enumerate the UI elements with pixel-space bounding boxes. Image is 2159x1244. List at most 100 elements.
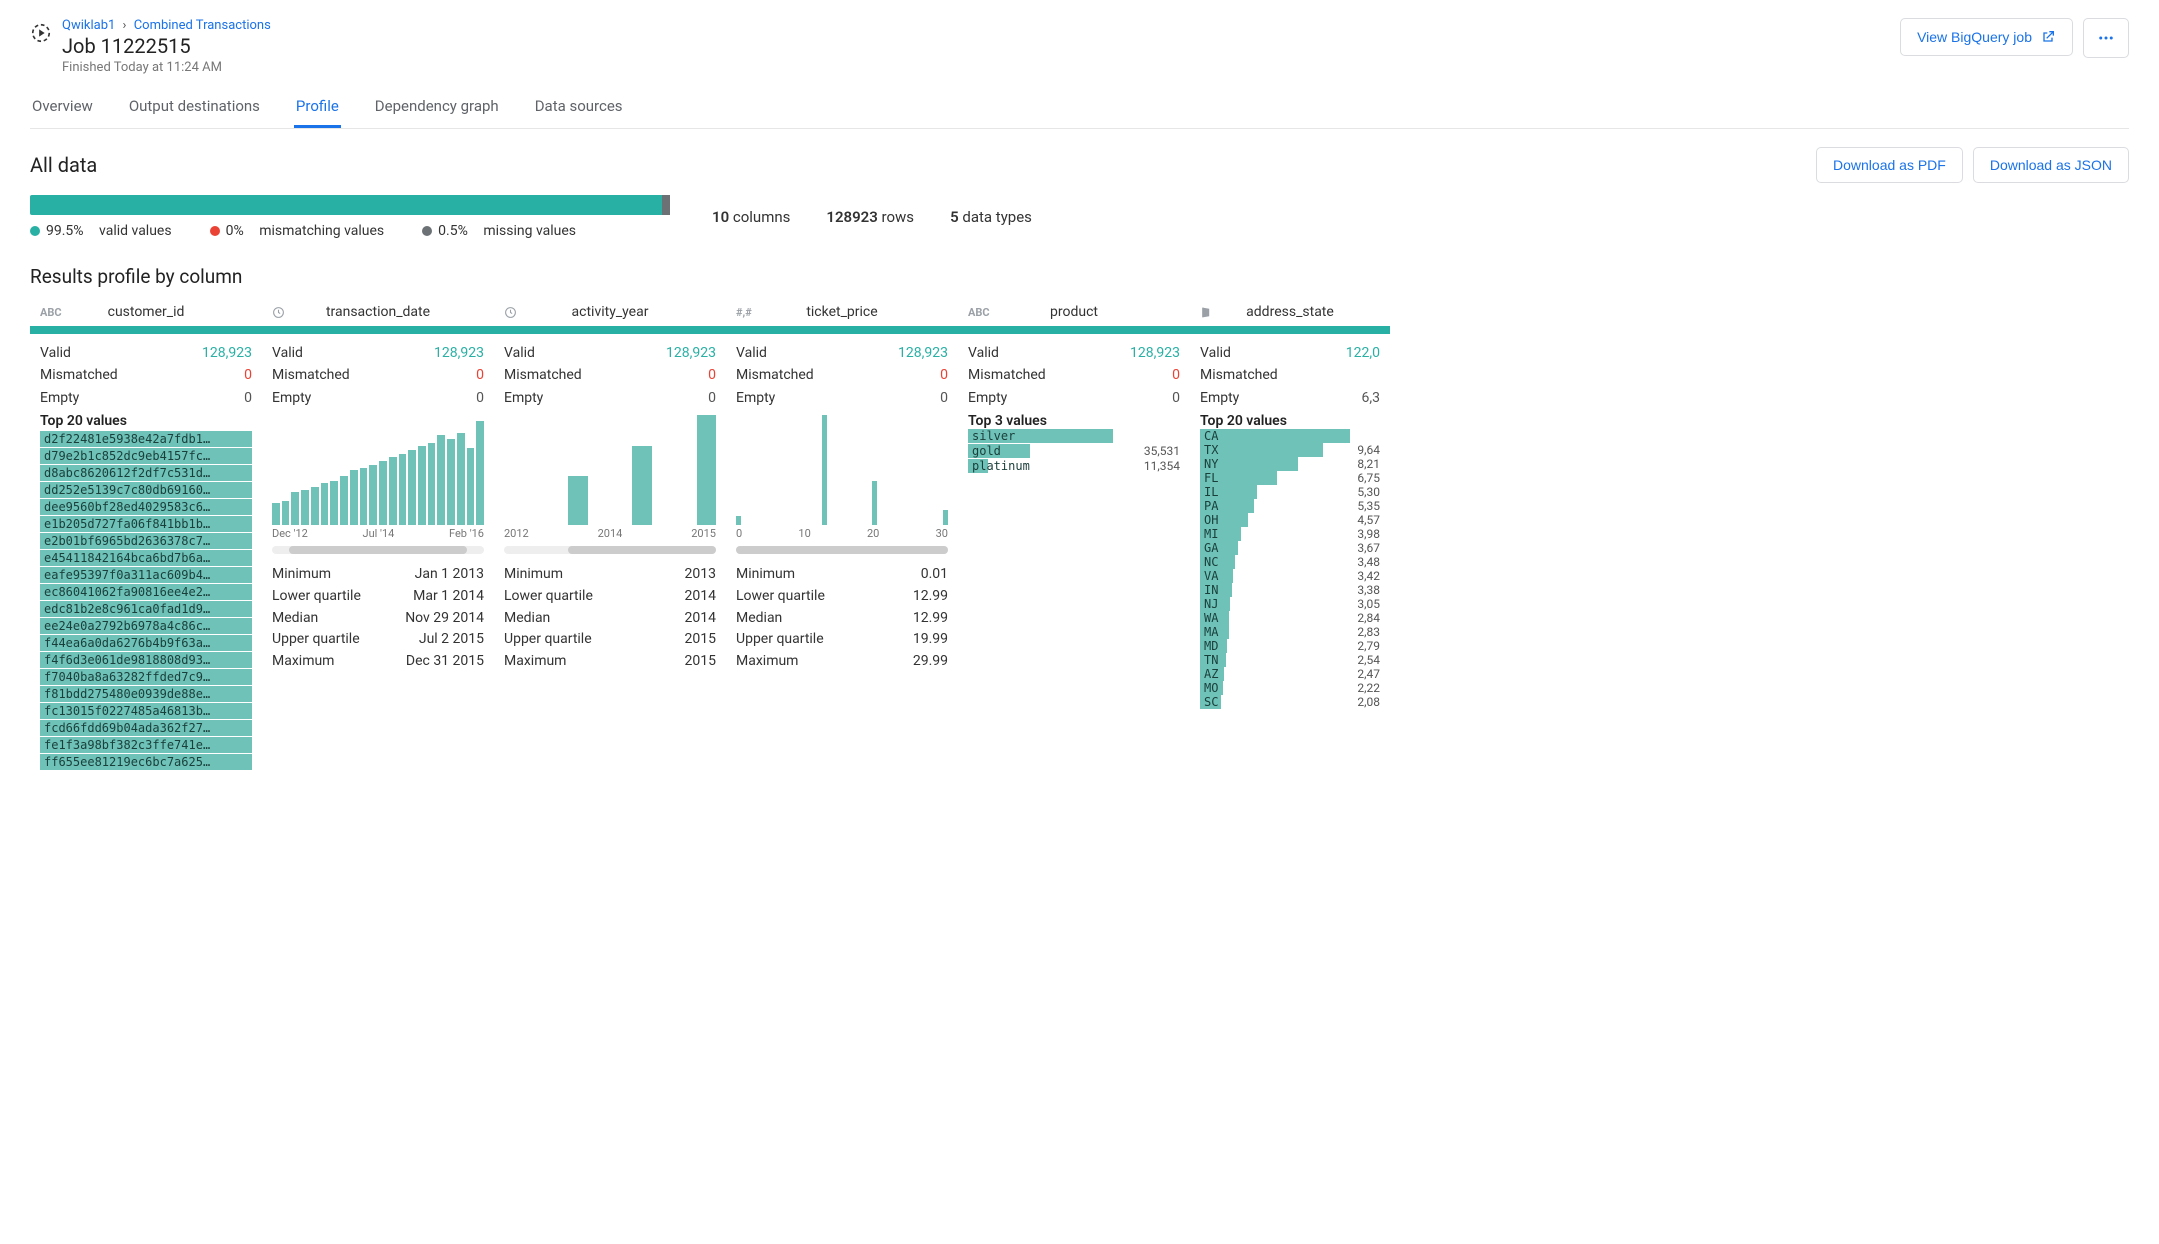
value-bar-row[interactable]: OH4,57	[1200, 513, 1380, 527]
histogram-bar	[822, 415, 827, 525]
quality-legend: 99.5% valid values 0% mismatching values…	[30, 223, 670, 239]
results-profile-title: Results profile by column	[30, 265, 2129, 288]
hash-value[interactable]: f4f6d3e061de9818808d93…	[40, 652, 252, 668]
hash-value[interactable]: e1b205d727fa06f841bb1b…	[40, 516, 252, 532]
hash-value[interactable]: f81bdd275480e0939de88e…	[40, 686, 252, 702]
legend-mismatch: 0% mismatching values	[210, 223, 385, 239]
type-datetime-icon	[504, 306, 517, 319]
histogram-bar	[360, 468, 368, 525]
histogram-bar	[447, 439, 455, 525]
hash-value[interactable]: fc13015f0227485a46813b…	[40, 703, 252, 719]
dot-icon	[422, 226, 432, 236]
view-bigquery-job-button[interactable]: View BigQuery job	[1900, 18, 2073, 56]
breadcrumb: Qwiklab1 › Combined Transactions	[62, 18, 271, 33]
value-bar-row[interactable]: CA	[1200, 429, 1380, 443]
product-bars: silvergold35,531platinum11,354	[968, 429, 1180, 473]
tab-overview[interactable]: Overview	[30, 89, 95, 128]
hash-value[interactable]: e2b01bf6965bd2636378c7…	[40, 533, 252, 549]
value-bar-row[interactable]: FL6,75	[1200, 471, 1380, 485]
column-quality-bar	[494, 326, 726, 334]
hash-value[interactable]: d8abc8620612f2df7c531d…	[40, 465, 252, 481]
top-values-title: Top 20 values	[1200, 413, 1380, 429]
value-bar-row[interactable]: WA2,84	[1200, 611, 1380, 625]
histogram-bar	[399, 454, 407, 526]
tab-data-sources[interactable]: Data sources	[533, 89, 625, 128]
value-bar-row[interactable]: IN3,38	[1200, 583, 1380, 597]
more-actions-button[interactable]	[2083, 18, 2129, 58]
column-header[interactable]: ABC customer_id	[30, 298, 262, 326]
value-bar-row[interactable]: SC2,08	[1200, 695, 1380, 709]
value-bar-row[interactable]: MA2,83	[1200, 625, 1380, 639]
hash-value[interactable]: edc81b2e8c961ca0fad1d9…	[40, 601, 252, 617]
view-bigquery-label: View BigQuery job	[1917, 29, 2032, 45]
range-brush[interactable]	[736, 546, 948, 554]
value-bar-row[interactable]: MI3,98	[1200, 527, 1380, 541]
column-header[interactable]: ABC product	[958, 298, 1190, 326]
value-bar-row[interactable]: NC3,48	[1200, 555, 1380, 569]
value-bar-row[interactable]: gold35,531	[968, 444, 1180, 458]
hash-value[interactable]: f44ea6a0da6276b4b9f63a…	[40, 635, 252, 651]
columns-wrap: ABC customer_id Valid128,923 Mismatched0…	[30, 298, 2129, 779]
hash-value[interactable]: ff655ee81219ec6bc7a625…	[40, 754, 252, 770]
histogram-bar	[272, 503, 280, 525]
hash-value[interactable]: dee9560bf28ed4029583c6…	[40, 499, 252, 515]
page-header: Qwiklab1 › Combined Transactions Job 112…	[30, 18, 2129, 75]
data-quality-bar	[30, 195, 670, 215]
value-bar-row[interactable]: TX9,64	[1200, 443, 1380, 457]
hash-value[interactable]: ec86041062fa90816ee4e2…	[40, 584, 252, 600]
hash-value[interactable]: fcd66fdd69b04ada362f27…	[40, 720, 252, 736]
histogram-bar	[301, 490, 309, 525]
column-header[interactable]: address_state	[1190, 298, 1390, 326]
value-bar-row[interactable]: PA5,35	[1200, 499, 1380, 513]
hash-value[interactable]: f7040ba8a63282ffded7c9…	[40, 669, 252, 685]
tab-dependency-graph[interactable]: Dependency graph	[373, 89, 501, 128]
column-name: address_state	[1246, 304, 1334, 320]
value-bar-row[interactable]: VA3,42	[1200, 569, 1380, 583]
histogram-bar	[389, 457, 397, 525]
histogram-bar	[330, 481, 338, 525]
page-title: Job 11222515	[62, 34, 271, 58]
column-quality-bar	[958, 326, 1190, 334]
value-bar-row[interactable]: AZ2,47	[1200, 667, 1380, 681]
histogram-bar	[632, 446, 651, 525]
value-bar-row[interactable]: MO2,22	[1200, 681, 1380, 695]
histogram-activity-year	[504, 415, 716, 525]
value-bar-row[interactable]: IL5,30	[1200, 485, 1380, 499]
header-text: Qwiklab1 › Combined Transactions Job 112…	[62, 18, 271, 75]
range-brush[interactable]	[272, 546, 484, 554]
tab-profile[interactable]: Profile	[294, 89, 341, 128]
hash-value[interactable]: d2f22481e5938e42a7fdb1…	[40, 431, 252, 447]
value-bar-row[interactable]: NY8,21	[1200, 457, 1380, 471]
breadcrumb-page[interactable]: Combined Transactions	[134, 18, 271, 33]
histogram-bar	[350, 470, 358, 525]
value-bar-row[interactable]: MD2,79	[1200, 639, 1380, 653]
column-header[interactable]: #,# ticket_price	[726, 298, 958, 326]
hash-value[interactable]: dd252e5139c7c80db69160…	[40, 482, 252, 498]
value-bar-row[interactable]: TN2,54	[1200, 653, 1380, 667]
column-header[interactable]: transaction_date	[262, 298, 494, 326]
type-text-icon: ABC	[968, 306, 990, 319]
range-brush[interactable]	[504, 546, 716, 554]
histogram-bar	[311, 487, 319, 526]
hash-value[interactable]: d79e2b1c852dc9eb4157fc…	[40, 448, 252, 464]
value-bar-row[interactable]: platinum11,354	[968, 459, 1180, 473]
column-header[interactable]: activity_year	[494, 298, 726, 326]
value-bar-row[interactable]: GA3,67	[1200, 541, 1380, 555]
histogram-bar	[457, 433, 465, 525]
hash-value[interactable]: fe1f3a98bf382c3ffe741e…	[40, 737, 252, 753]
column-quality-bar	[726, 326, 958, 334]
value-bar-row[interactable]: NJ3,05	[1200, 597, 1380, 611]
download-pdf-button[interactable]: Download as PDF	[1816, 147, 1963, 183]
value-bar-row[interactable]: silver	[968, 429, 1180, 443]
breadcrumb-root[interactable]: Qwiklab1	[62, 18, 115, 33]
download-json-button[interactable]: Download as JSON	[1973, 147, 2129, 183]
column-name: transaction_date	[326, 304, 430, 320]
missing-segment	[662, 195, 670, 215]
hash-value[interactable]: eafe95397f0a311ac609b4…	[40, 567, 252, 583]
hash-value[interactable]: e45411842164bca6bd7b6a…	[40, 550, 252, 566]
column-quality-bar	[30, 326, 262, 334]
tab-output-destinations[interactable]: Output destinations	[127, 89, 262, 128]
column-name: ticket_price	[806, 304, 877, 320]
hash-value[interactable]: ee24e0a2792b6978a4c86c…	[40, 618, 252, 634]
column-name: product	[1050, 304, 1098, 320]
